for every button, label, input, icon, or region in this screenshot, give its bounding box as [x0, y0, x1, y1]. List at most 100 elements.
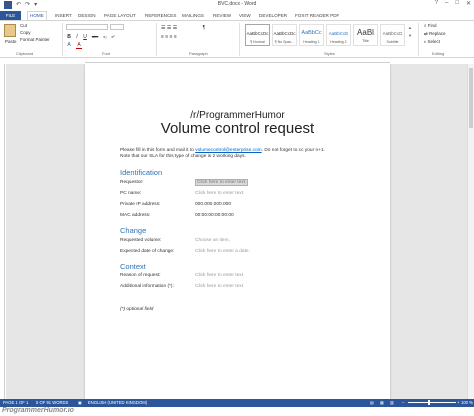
- style-normal[interactable]: AaBbCcDc ¶ Normal: [245, 24, 270, 46]
- alignment-buttons[interactable]: ≡ ≡ ≡ ≡: [161, 34, 201, 40]
- font-size-box[interactable]: [110, 24, 124, 30]
- tab-design[interactable]: DESIGN: [76, 12, 98, 20]
- maximize-button[interactable]: □: [455, 0, 459, 7]
- ribbon-home: Paste Cut Copy Format Painter Clipboard …: [0, 20, 474, 58]
- additional-info-field[interactable]: Click here to enter text.: [195, 284, 244, 289]
- word-count[interactable]: 5 OF 91 WORDS: [36, 400, 68, 406]
- window-title: BVC.docx - Word: [217, 1, 257, 7]
- print-layout-icon[interactable]: ▦: [380, 400, 384, 406]
- requested-volume-dropdown[interactable]: Choose an item.: [195, 238, 230, 243]
- style-title[interactable]: AaBl Title: [353, 24, 378, 46]
- find-button[interactable]: ⌕ Find: [424, 23, 437, 28]
- tab-references[interactable]: REFERENCES: [143, 12, 178, 20]
- document-title: Volume control request: [160, 120, 315, 137]
- paragraph-group-label: Paragraph: [189, 51, 208, 56]
- private-ip-field[interactable]: 000.000.000.000: [195, 202, 231, 207]
- web-layout-icon[interactable]: ▥: [390, 400, 394, 406]
- ribbon-separator: [418, 23, 419, 56]
- tab-review[interactable]: REVIEW: [211, 12, 233, 20]
- editing-group-label: Editing: [432, 51, 445, 56]
- horizontal-ruler[interactable]: [85, 59, 390, 63]
- styles-more-icon[interactable]: ▼: [407, 33, 413, 38]
- document-canvas: /r/ProgrammerHumor Volume control reques…: [6, 64, 467, 399]
- requestor-field[interactable]: Click here to enter text.: [195, 179, 249, 186]
- font-color-button[interactable]: A: [76, 42, 82, 49]
- close-button[interactable]: ✕: [466, 0, 471, 7]
- tab-home[interactable]: HOME: [27, 11, 47, 20]
- paste-button[interactable]: Paste: [5, 39, 17, 44]
- cut-button[interactable]: Cut: [20, 23, 27, 28]
- status-bar: PAGE 1 OF 1 5 OF 91 WORDS ▣ ENGLISH (UNI…: [0, 399, 474, 407]
- ribbon-separator: [239, 23, 240, 56]
- copy-button[interactable]: Copy: [20, 30, 31, 35]
- clipboard-group-label: Clipboard: [16, 51, 34, 56]
- optional-field-note: (*) optional field: [120, 307, 154, 312]
- field-label-requestor: Requestor:: [120, 180, 144, 185]
- email-link[interactable]: volumecontrol@enterprise.com: [195, 148, 261, 153]
- subscript-button[interactable]: x₂: [102, 34, 108, 39]
- paste-icon[interactable]: [4, 24, 16, 37]
- zoom-slider-knob[interactable]: [428, 400, 430, 405]
- page-count[interactable]: PAGE 1 OF 1: [3, 400, 28, 406]
- styles-scroll-icon[interactable]: ▲: [407, 25, 413, 30]
- field-label-requested-volume: Requested volume:: [120, 238, 162, 243]
- format-painter-button[interactable]: Format Painter: [20, 37, 50, 42]
- minimize-button[interactable]: –: [445, 0, 448, 7]
- select-button[interactable]: ▹ Select: [424, 39, 440, 45]
- tab-foxit-reader-pdf[interactable]: FOXIT READER PDF: [293, 12, 341, 20]
- field-label-additional-info: Additional information (*):: [120, 284, 174, 289]
- expected-date-picker[interactable]: Click here to enter a date.: [195, 249, 250, 254]
- intro-text: Please fill in this form and mail it to …: [120, 148, 325, 159]
- text-effects-button[interactable]: A: [66, 42, 72, 48]
- read-mode-icon[interactable]: ▤: [370, 400, 374, 406]
- tab-developer[interactable]: DEVELOPER: [257, 12, 289, 20]
- mac-address-field[interactable]: 00:00:00:00:00:00: [195, 213, 234, 218]
- zoom-slider[interactable]: [408, 402, 456, 403]
- tab-view[interactable]: VIEW: [237, 12, 253, 20]
- underline-button[interactable]: U: [82, 34, 88, 40]
- watermark: ProgrammerHumor.io: [0, 407, 474, 416]
- language-indicator[interactable]: ENGLISH (UNITED KINGDOM): [88, 400, 147, 406]
- tab-file[interactable]: FILE: [0, 11, 21, 20]
- watermark-text: ProgrammerHumor.io: [2, 407, 74, 414]
- ribbon-tabs: FILE HOME INSERT DESIGN PAGE LAYOUT REFE…: [0, 11, 474, 20]
- section-heading-change: Change: [120, 226, 147, 235]
- window-controls: ? – □ ✕: [435, 0, 471, 7]
- section-heading-identification: Identification: [120, 168, 163, 177]
- vertical-scrollbar[interactable]: [467, 64, 474, 399]
- replace-button[interactable]: ⇄ Replace: [424, 31, 446, 37]
- style-heading-1[interactable]: AaBbCc Heading 1: [299, 24, 324, 46]
- field-label-private-ip: Private IP address:: [120, 202, 161, 207]
- vertical-ruler[interactable]: [1, 64, 5, 399]
- list-buttons[interactable]: ☰ ☰ ☰: [161, 25, 191, 31]
- bold-button[interactable]: B: [66, 34, 72, 40]
- scrollbar-thumb[interactable]: [469, 68, 473, 128]
- style-heading-2[interactable]: AaBbCcE Heading 2: [326, 24, 351, 46]
- pilcrow-icon[interactable]: ¶: [200, 25, 208, 31]
- tab-page-layout[interactable]: PAGE LAYOUT: [102, 12, 138, 20]
- pc-name-field[interactable]: Click here to enter text.: [195, 191, 244, 196]
- section-heading-context: Context: [120, 262, 146, 271]
- font-name-box[interactable]: [66, 24, 108, 30]
- proofing-icon[interactable]: ▣: [78, 400, 82, 406]
- zoom-out-button[interactable]: –: [402, 400, 404, 406]
- document-page[interactable]: /r/ProgrammerHumor Volume control reques…: [85, 64, 390, 399]
- field-label-expected-date: Expected date of change:: [120, 249, 175, 254]
- italic-button[interactable]: I: [74, 34, 80, 40]
- styles-group-label: Styles: [324, 51, 335, 56]
- zoom-in-button[interactable]: +: [457, 400, 459, 406]
- reason-field[interactable]: Click here to enter text.: [195, 273, 244, 278]
- style-no-spacing[interactable]: AaBbCcDc ¶ No Spac...: [272, 24, 297, 46]
- field-label-reason: Reason of request:: [120, 273, 161, 278]
- field-label-pc-name: PC name:: [120, 191, 142, 196]
- zoom-level[interactable]: 100 %: [461, 400, 473, 406]
- style-subtitle[interactable]: AaBbCcD Subtitle: [380, 24, 405, 46]
- tab-mailings[interactable]: MAILINGS: [180, 12, 206, 20]
- title-bar: W ↶ ↷ ▾ BVC.docx - Word ? – □ ✕: [0, 0, 474, 11]
- ribbon-separator: [156, 23, 157, 56]
- strikethrough-button[interactable]: abc: [90, 34, 100, 39]
- help-icon[interactable]: ?: [435, 0, 438, 7]
- tab-insert[interactable]: INSERT: [53, 12, 74, 20]
- font-group-label: Font: [102, 51, 111, 56]
- superscript-button[interactable]: x²: [110, 34, 116, 39]
